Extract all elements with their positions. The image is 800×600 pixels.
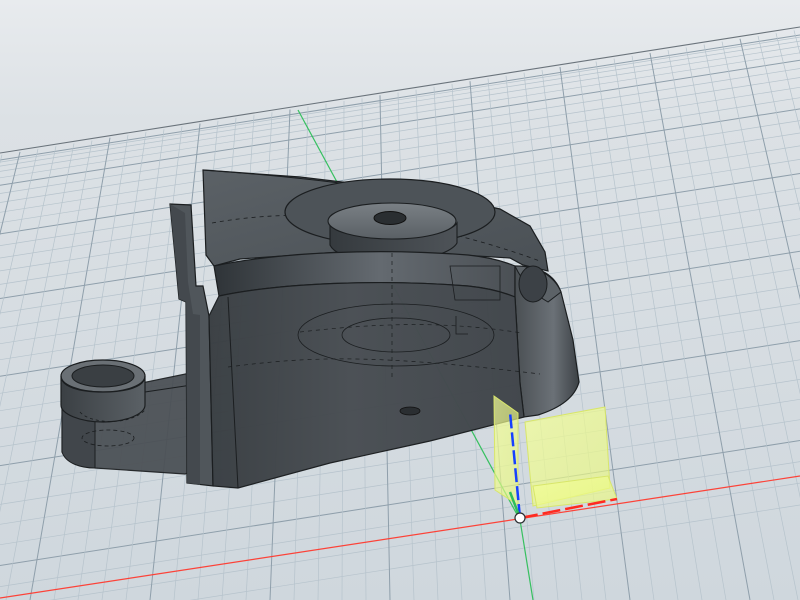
- viewport-scene[interactable]: [0, 0, 800, 600]
- 3d-viewport[interactable]: [0, 0, 800, 600]
- origin-handle[interactable]: [514, 512, 526, 524]
